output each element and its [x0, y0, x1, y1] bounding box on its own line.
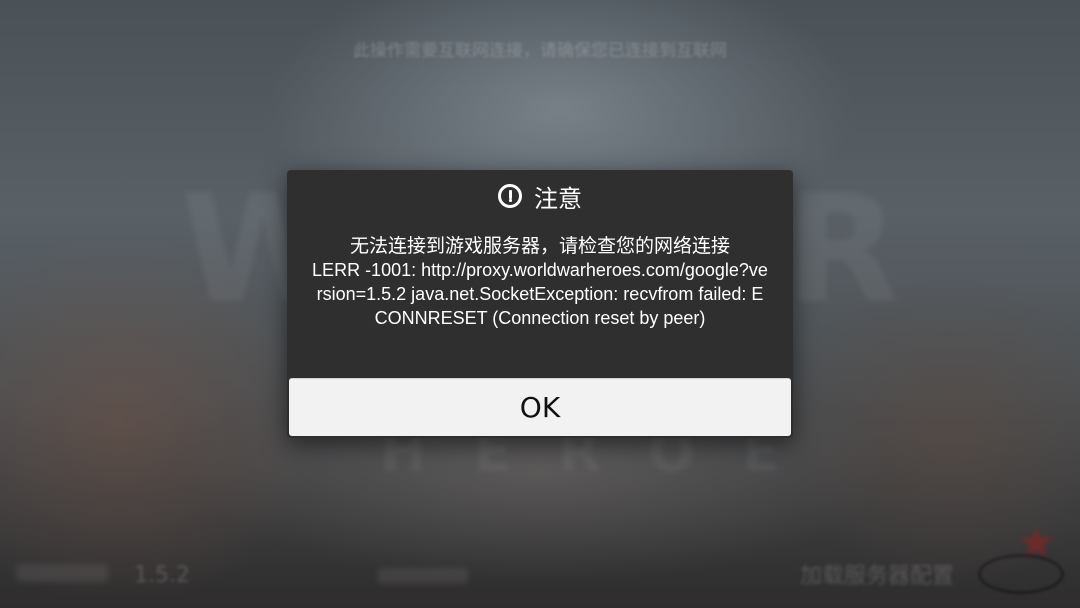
error-detail: LERR -1001: http://proxy.worldwarheroes.… [312, 260, 768, 328]
ok-button[interactable]: OK [289, 378, 791, 436]
error-message: 无法连接到游戏服务器，请检查您的网络连接 [349, 235, 730, 257]
emblem-ring-icon [978, 554, 1064, 594]
error-dialog: 注意 无法连接到游戏服务器，请检查您的网络连接 LERR -1001: http… [287, 170, 793, 438]
loading-status: 加载服务器配置 [799, 564, 954, 589]
connection-required-banner: 此操作需要互联网连接，请确保您已连接到互联网 [353, 41, 727, 61]
version-label [16, 564, 108, 582]
dialog-message: 无法连接到游戏服务器，请检查您的网络连接 LERR -1001: http://… [311, 234, 769, 330]
dialog-title: 注意 [534, 184, 582, 213]
version-area: 1.5.2 [16, 563, 190, 588]
dialog-header: 注意 [287, 176, 793, 216]
alert-circle-icon [498, 184, 522, 208]
version-number: 1.5.2 [134, 563, 190, 588]
status-indicator [378, 568, 468, 584]
